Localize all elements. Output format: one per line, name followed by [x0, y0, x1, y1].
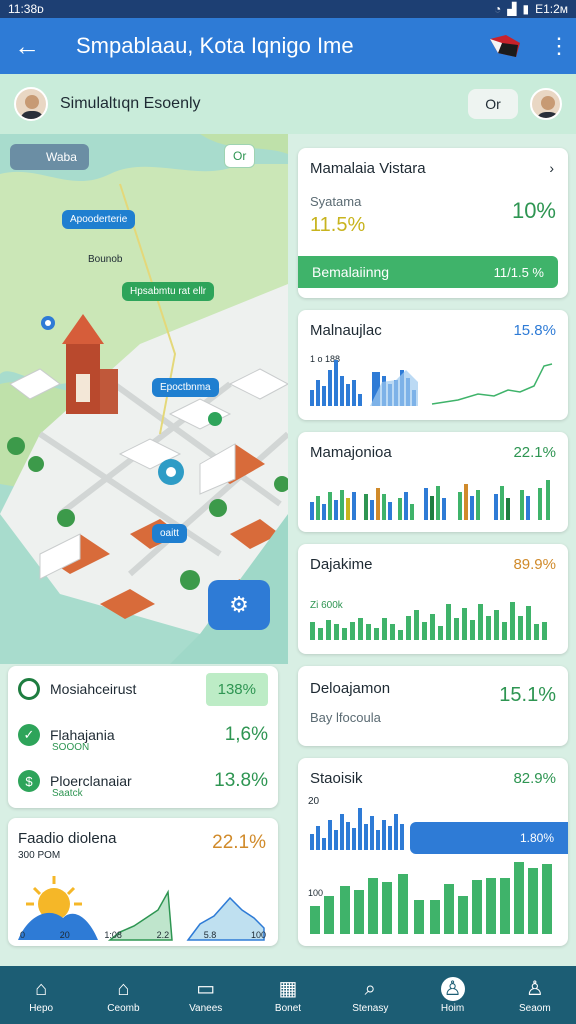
user-bar: Simulaltıqn Esoenly Or — [0, 74, 576, 134]
chart-ticks: 0 20 1:08 2.2 5.8 100 — [20, 930, 266, 940]
map-layer-chip[interactable]: Waba — [10, 144, 89, 170]
person-icon: ♙ — [525, 977, 544, 1000]
back-arrow-icon[interactable]: ← — [14, 31, 50, 62]
summary-card[interactable]: Mamalaia Vistara › Syatama 11.5% 10% Bem… — [298, 148, 568, 298]
left-stats-card: Mosiahceirust 138% ✓ Flahajania SOOON 1,… — [8, 666, 278, 808]
nav-item-bonet[interactable]: ▦ Bonet — [252, 977, 324, 1014]
bottom-nav: ⌂ Hepo ⌂ Ceomb ▭ Vanees ▦ Bonet ⌕ Stenasy ♙ Ho… — [0, 966, 576, 1024]
dollar-icon: $ — [18, 770, 40, 792]
map-label-5[interactable]: oaitt — [152, 524, 187, 543]
nav-item-vanees[interactable]: ▭ Vanees — [170, 977, 242, 1014]
nav-item-ceomb[interactable]: ⌂ Ceomb — [87, 977, 159, 1014]
card-title: Mamalaia Vistara — [310, 160, 426, 177]
status-time: 11:38ᴅ — [8, 2, 44, 16]
check-icon: ✓ — [18, 724, 40, 746]
card-value: 15.1% — [499, 684, 556, 706]
column-chart — [310, 480, 550, 520]
user-name: Simulaltıqn Esoenly — [60, 95, 201, 112]
profile-avatar[interactable] — [530, 88, 562, 120]
card-subtitle: Syatama — [310, 194, 362, 209]
bar-line-chart — [310, 360, 553, 406]
column-chart-card[interactable]: Mamajonioa 22.1% — [298, 432, 568, 532]
green-column-chart — [310, 602, 547, 640]
home-icon: ⌂ — [117, 977, 130, 1000]
search-icon: ⌕ — [364, 977, 376, 1000]
stat-row[interactable]: $ Ploerclanaiar Saatck 13.8% — [8, 758, 278, 804]
calendar-icon: ▦ — [278, 977, 298, 1000]
card-subtitle: Bay lfocoula — [310, 710, 381, 725]
map-label-2: Bounob — [88, 254, 123, 265]
nav-item-hoim[interactable]: ♙ Hoim — [417, 976, 489, 1014]
status-bar: 11:38ᴅ ◔ ▟ ▮ E1:2ᴍ — [0, 0, 576, 18]
gear-icon: ⚙ — [229, 592, 249, 617]
avatar[interactable] — [14, 87, 48, 121]
card-value-2: 10% — [511, 198, 556, 223]
target-icon — [18, 678, 40, 700]
sun-icon — [26, 876, 82, 920]
green-column-card[interactable]: Dajakime 89.9% Zi 600k — [298, 544, 568, 654]
simple-stat-card[interactable]: Deloajamon Bay lfocoula 15.1% — [298, 666, 568, 746]
map-label-3[interactable]: Hpsabmtu rat ellr — [122, 282, 215, 301]
status-right: E1:2ᴍ — [535, 2, 568, 16]
battery-icon: ▮ — [522, 2, 530, 16]
wifi-icon: ◔ — [493, 2, 502, 16]
more-options-icon[interactable]: ⋮ — [548, 33, 570, 59]
chevron-right-icon[interactable]: › — [549, 160, 554, 176]
card-big-value: 11.5% — [310, 214, 366, 236]
card-title: Deloajamon — [310, 680, 391, 697]
map-toggle-button[interactable]: Or — [224, 144, 256, 168]
map-label-1[interactable]: Apooderterie — [62, 210, 136, 229]
signal-icon: ▟ — [507, 2, 517, 16]
nav-item-hepo[interactable]: ⌂ Hepo — [5, 977, 77, 1014]
progress-bar: Bemalaiinng 11/1.5 % — [298, 256, 558, 288]
bar-line-card[interactable]: Malnaujlac 15.8% 1 ᴏ 188 — [298, 310, 568, 420]
home-icon: ⌂ — [35, 977, 48, 1000]
stat-row[interactable]: Mosiahceirust 138% — [8, 666, 278, 712]
user-status-pill[interactable]: Or — [468, 89, 518, 119]
left-chart-card[interactable]: Faadio diolena 300 POM 22.1% 0 20 1:08 2… — [8, 818, 278, 946]
map-label-4[interactable]: Epoctbnma — [152, 378, 219, 397]
nav-item-stenasy[interactable]: ⌕ Stenasy — [334, 977, 406, 1014]
progress-bar: 1.80% — [410, 822, 568, 854]
person-icon: ♙ — [440, 976, 465, 1001]
flag-icon[interactable] — [488, 33, 522, 59]
statistics-card[interactable]: Staoisik 82.9% 20 100 1.80% — [298, 758, 568, 946]
stat-row[interactable]: ✓ Flahajania SOOON 1,6% — [8, 712, 278, 758]
city-map[interactable]: Waba Or Apooderterie Bounob Hpsabmtu rat… — [0, 134, 288, 664]
chat-icon: ▭ — [196, 977, 216, 1000]
page-title: Smpablaau, Kota Iqnigo Ime — [76, 33, 354, 58]
app-bar: ← Smpablaau, Kota Iqnigo Ime ⋮ — [0, 18, 576, 74]
nav-item-seaom[interactable]: ♙ Seaom — [499, 977, 571, 1014]
map-settings-button[interactable]: ⚙ — [208, 580, 270, 630]
